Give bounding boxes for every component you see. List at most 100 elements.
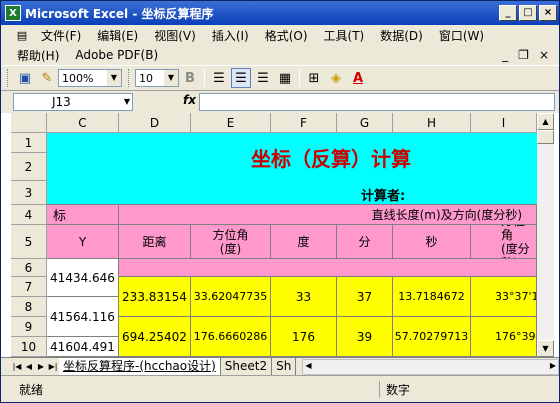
header-distance[interactable]: 距离 — [119, 225, 191, 259]
zoom-value: 100% — [62, 71, 94, 85]
menu-insert[interactable]: 插入(I) — [204, 27, 257, 44]
close-button[interactable]: × — [539, 5, 557, 21]
scroll-thumb[interactable] — [537, 130, 554, 144]
scroll-right-arrow-icon[interactable]: ▶ — [550, 361, 556, 370]
prev-sheet-icon[interactable]: ◀ — [23, 362, 35, 371]
header-azimuth[interactable]: 方位角 (度) — [191, 225, 271, 259]
align-center-icon[interactable]: ☰ — [231, 68, 251, 88]
toolbar-grip[interactable] — [128, 69, 131, 87]
column-header-H[interactable]: H — [393, 113, 471, 133]
menu-data[interactable]: 数据(D) — [372, 27, 431, 44]
second-2[interactable]: 57.70279713 — [393, 317, 471, 357]
azimuth-dms-2[interactable]: 176°39'5 — [471, 317, 537, 357]
row-header-9[interactable]: 9 — [11, 317, 47, 337]
second-1[interactable]: 13.7184672 — [393, 277, 471, 317]
horizontal-scrollbar[interactable]: ◀ ▶ — [302, 358, 559, 375]
name-box[interactable]: J13 ▼ — [13, 93, 133, 111]
last-sheet-icon[interactable]: ▶| — [47, 362, 59, 371]
distance-2[interactable]: 694.25402 — [119, 317, 191, 357]
cell-C4-text: 标 — [53, 209, 67, 224]
header-minute[interactable]: 分 — [337, 225, 393, 259]
row-header-3[interactable]: 3 — [11, 181, 47, 205]
menu-edit[interactable]: 编辑(E) — [89, 27, 146, 44]
row-header-6[interactable]: 6 — [11, 259, 47, 277]
cell-C4[interactable]: 标 — [47, 205, 119, 225]
tab-sheet3[interactable]: Sh — [272, 358, 297, 375]
scroll-down-arrow-icon[interactable]: ▼ — [537, 340, 554, 357]
header-second[interactable]: 秒 — [393, 225, 471, 259]
next-sheet-icon[interactable]: ▶ — [35, 362, 47, 371]
toolbar-grip[interactable] — [7, 69, 10, 87]
column-header-G[interactable]: G — [337, 113, 393, 133]
fx-icon[interactable]: fx — [183, 93, 196, 107]
row6-band[interactable] — [119, 259, 537, 277]
vertical-scrollbar[interactable]: ▲ ▼ — [537, 113, 554, 357]
excel-app-icon[interactable]: X — [5, 5, 21, 21]
row-header-1[interactable]: 1 — [11, 133, 47, 153]
chevron-down-icon[interactable]: ▼ — [107, 70, 121, 86]
menu-adobe-pdf[interactable]: Adobe PDF(B) — [67, 48, 166, 62]
scroll-up-arrow-icon[interactable]: ▲ — [537, 113, 554, 130]
minute-1[interactable]: 37 — [337, 277, 393, 317]
document-icon[interactable]: ▤ — [12, 25, 32, 45]
tab-coordinate-inverse[interactable]: 坐标反算程序-(hcchao设计) — [59, 358, 221, 375]
column-header-F[interactable]: F — [271, 113, 337, 133]
window-title: Microsoft Excel - 坐标反算程序 — [25, 6, 214, 21]
degree-2[interactable]: 176 — [271, 317, 337, 357]
maximize-button[interactable]: □ — [519, 5, 537, 21]
row-header-10[interactable]: 10 — [11, 337, 47, 357]
header-azimuth-dms[interactable]: 方位角 (度分秒) — [471, 225, 537, 259]
minute-2[interactable]: 39 — [337, 317, 393, 357]
chevron-down-icon[interactable]: ▼ — [124, 94, 130, 110]
column-header-D[interactable]: D — [119, 113, 191, 133]
doc-restore-button[interactable]: ❐ — [518, 48, 529, 62]
title-bar: X Microsoft Excel - 坐标反算程序 _ □ × — [1, 1, 559, 25]
menu-tools[interactable]: 工具(T) — [316, 27, 373, 44]
doc-close-button[interactable]: × — [539, 48, 549, 62]
bold-button[interactable]: B — [180, 68, 200, 88]
y-value-2[interactable]: 41564.116 — [47, 297, 119, 337]
align-right-icon[interactable]: ☰ — [253, 68, 273, 88]
column-header-E[interactable]: E — [191, 113, 271, 133]
column-header-C[interactable]: C — [47, 113, 119, 133]
chevron-down-icon[interactable]: ▼ — [164, 70, 178, 86]
zoom-select[interactable]: 100% ▼ — [58, 69, 122, 87]
header-degree[interactable]: 度 — [271, 225, 337, 259]
menu-view[interactable]: 视图(V) — [146, 27, 204, 44]
y-value-3[interactable]: 41604.491 — [47, 337, 119, 357]
azimuth-dms-1[interactable]: 33°37'13 — [471, 277, 537, 317]
merged-header-D4[interactable]: 直线长度(m)及方向(度分秒) — [119, 205, 537, 225]
column-header-I[interactable]: I — [471, 113, 537, 133]
format-painter-icon[interactable]: ✎ — [37, 68, 57, 88]
y-value-1[interactable]: 41434.646 — [47, 259, 119, 297]
row-header-2[interactable]: 2 — [11, 153, 47, 181]
borders-icon[interactable]: ⊞ — [304, 68, 324, 88]
fill-color-icon[interactable]: ◈ — [326, 68, 346, 88]
menu-window[interactable]: 窗口(W) — [431, 27, 492, 44]
align-left-icon[interactable]: ☰ — [209, 68, 229, 88]
header-Y[interactable]: Y — [47, 225, 119, 259]
minimize-button[interactable]: _ — [499, 5, 517, 21]
merge-center-icon[interactable]: ▦ — [275, 68, 295, 88]
menu-format[interactable]: 格式(O) — [257, 27, 316, 44]
row-header-7[interactable]: 7 — [11, 277, 47, 297]
azimuth-1[interactable]: 33.62047735 — [191, 277, 271, 317]
select-all-corner[interactable] — [11, 113, 47, 133]
row-header-8[interactable]: 8 — [11, 297, 47, 317]
font-size-select[interactable]: 10 ▼ — [135, 69, 179, 87]
menu-help[interactable]: 帮助(H) — [11, 47, 67, 64]
formula-bar: J13 ▼ fx — [1, 91, 559, 113]
first-sheet-icon[interactable]: |◀ — [11, 362, 23, 371]
distance-1[interactable]: 233.83154 — [119, 277, 191, 317]
degree-1[interactable]: 33 — [271, 277, 337, 317]
menu-file[interactable]: 文件(F) — [33, 27, 89, 44]
row-header-5[interactable]: 5 — [11, 225, 47, 259]
formula-input[interactable] — [199, 93, 555, 111]
save-icon[interactable]: ▣ — [15, 68, 35, 88]
font-color-icon[interactable]: A — [348, 68, 368, 88]
doc-minimize-button[interactable]: _ — [502, 48, 508, 62]
tab-sheet2[interactable]: Sheet2 — [221, 358, 273, 375]
azimuth-2[interactable]: 176.6660286 — [191, 317, 271, 357]
scroll-left-arrow-icon[interactable]: ◀ — [305, 361, 311, 370]
row-header-4[interactable]: 4 — [11, 205, 47, 225]
